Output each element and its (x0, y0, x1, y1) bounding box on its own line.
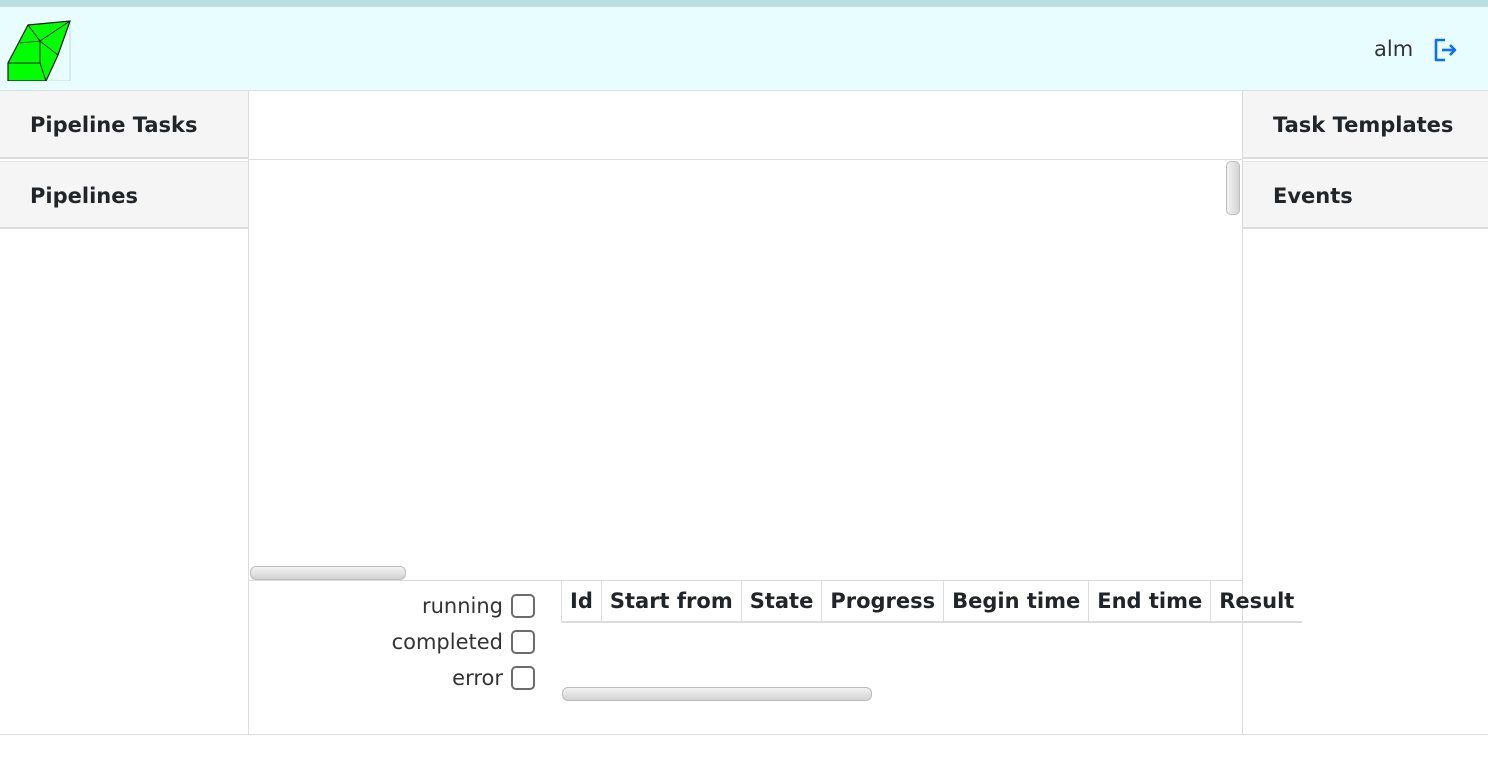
footer-divider (0, 734, 1488, 735)
top-accent-bar (0, 0, 1488, 7)
filter-running: running (249, 591, 535, 621)
filter-completed: completed (249, 627, 535, 657)
filter-error: error (249, 663, 535, 693)
column-header-start-from[interactable]: Start from (600, 581, 741, 621)
filter-completed-label: completed (391, 630, 503, 654)
filter-error-label: error (452, 666, 503, 690)
pipeline-horizontal-scrollbar[interactable] (250, 566, 406, 580)
column-header-state[interactable]: State (740, 581, 822, 621)
right-sidebar: Task Templates Events (1243, 91, 1488, 734)
green-crystal-logo-icon[interactable] (6, 17, 72, 81)
nav-task-templates[interactable]: Task Templates (1243, 91, 1488, 159)
filter-running-checkbox[interactable] (511, 594, 535, 618)
tasks-table-header: Id Start from State Progress Begin time … (561, 581, 1303, 623)
table-horizontal-scrollbar[interactable] (562, 687, 872, 701)
nav-pipelines[interactable]: Pipelines (0, 161, 248, 229)
column-header-progress[interactable]: Progress (821, 581, 943, 621)
filter-error-checkbox[interactable] (511, 666, 535, 690)
nav-pipeline-tasks[interactable]: Pipeline Tasks (0, 91, 248, 159)
user-name: alm (1374, 37, 1414, 61)
filter-running-label: running (421, 594, 503, 618)
column-header-end-time[interactable]: End time (1088, 581, 1210, 621)
vertical-scrollbar[interactable] (1226, 161, 1240, 215)
left-sidebar: Pipeline Tasks Pipelines (0, 91, 248, 734)
nav-events[interactable]: Events (1243, 161, 1488, 229)
logout-icon[interactable] (1432, 37, 1458, 63)
app-header: alm (0, 7, 1488, 91)
column-header-begin-time[interactable]: Begin time (943, 581, 1088, 621)
filter-completed-checkbox[interactable] (511, 630, 535, 654)
column-header-id[interactable]: Id (561, 581, 601, 621)
content-toolbar (249, 91, 1242, 160)
main-content: running completed error Id Start from St… (248, 91, 1303, 734)
